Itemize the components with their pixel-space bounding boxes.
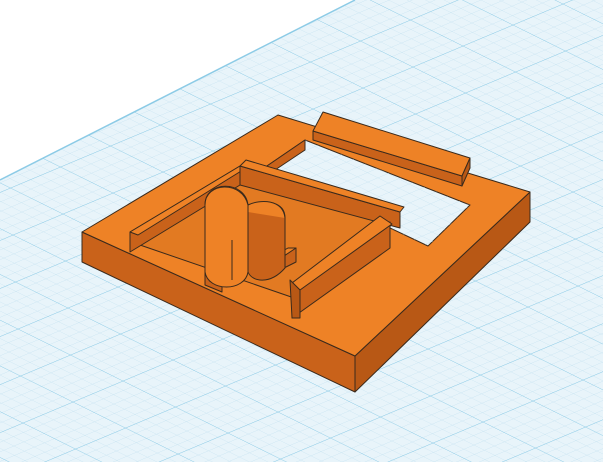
3d-viewport[interactable]	[0, 0, 603, 462]
workplane-scene[interactable]	[0, 0, 603, 462]
